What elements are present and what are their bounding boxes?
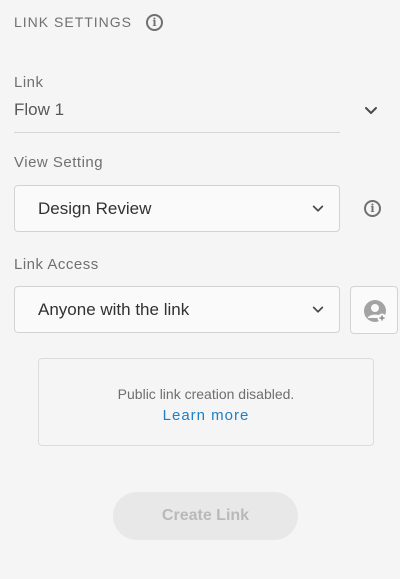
link-underline [14, 132, 340, 133]
info-icon[interactable]: i [146, 14, 163, 31]
view-setting-info-icon[interactable]: i [364, 200, 381, 217]
learn-more-link[interactable]: Learn more [39, 407, 373, 424]
link-access-label: Link Access [14, 256, 99, 273]
view-setting-label: View Setting [14, 154, 104, 171]
link-access-dropdown[interactable]: Anyone with the link [14, 286, 340, 333]
view-setting-dropdown[interactable]: Design Review [14, 185, 340, 232]
chevron-down-icon [311, 202, 325, 221]
notice-message: Public link creation disabled. [117, 386, 295, 402]
public-link-notice: Public link creation disabled. Learn mor… [38, 358, 374, 446]
view-setting-value: Design Review [38, 199, 152, 218]
add-user-icon [364, 300, 387, 323]
link-label: Link [14, 74, 44, 91]
chevron-down-icon[interactable] [363, 103, 379, 124]
invite-people-button[interactable] [350, 286, 398, 334]
create-link-button[interactable]: Create Link [113, 492, 298, 540]
chevron-down-icon [311, 303, 325, 322]
link-select-value[interactable]: Flow 1 [14, 100, 64, 120]
panel-title: LINK SETTINGS [14, 14, 133, 30]
link-access-value: Anyone with the link [38, 300, 190, 319]
